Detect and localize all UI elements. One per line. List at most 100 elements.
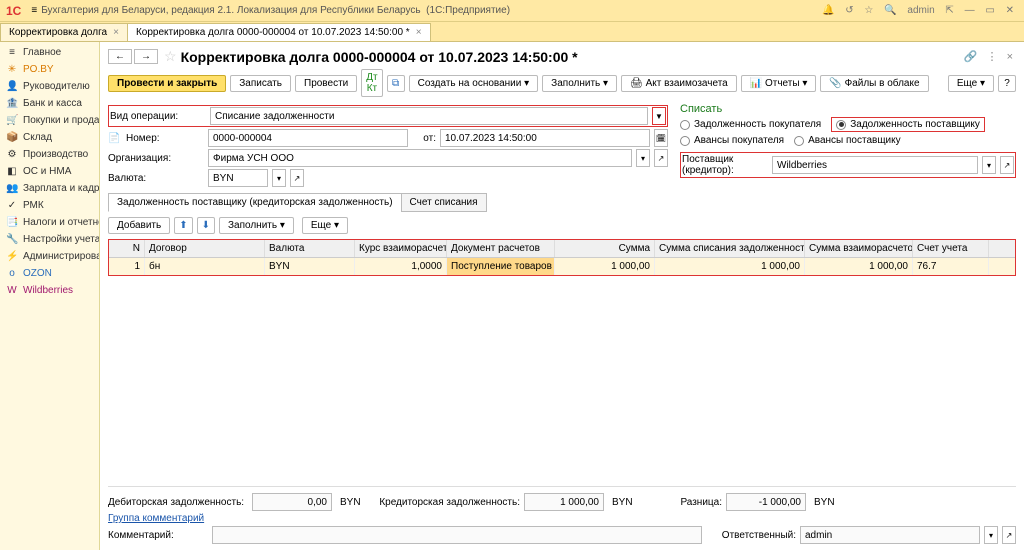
cloud-files-button[interactable]: 📎 Файлы в облаке bbox=[820, 75, 928, 92]
bank-icon: 🏦 bbox=[6, 98, 18, 109]
responsible-input[interactable]: admin bbox=[800, 526, 980, 544]
history-icon[interactable]: ↺ bbox=[845, 5, 853, 16]
chevron-down-icon[interactable]: ▾ bbox=[984, 526, 998, 544]
grid-more-button[interactable]: Еще ▾ bbox=[302, 217, 348, 234]
menu-icon[interactable]: ≡ bbox=[31, 5, 37, 16]
sidebar-item-assets[interactable]: ◧ОС и НМА bbox=[0, 163, 99, 180]
col-account[interactable]: Счет учета bbox=[913, 240, 989, 257]
close-icon[interactable]: ✕ bbox=[1006, 5, 1014, 16]
more-button[interactable]: Еще ▾ bbox=[948, 75, 994, 92]
close-icon[interactable]: × bbox=[1007, 51, 1013, 63]
col-n[interactable]: N bbox=[109, 240, 145, 257]
move-down-button[interactable]: ⬇ bbox=[197, 217, 215, 234]
move-up-button[interactable]: ⬆ bbox=[174, 217, 192, 234]
currency-input[interactable]: BYN bbox=[208, 169, 268, 187]
tab-writeoff-account[interactable]: Счет списания bbox=[401, 193, 487, 212]
tab-document[interactable]: Корректировка долга 0000-000004 от 10.07… bbox=[127, 23, 431, 41]
fill-button[interactable]: Заполнить ▾ bbox=[542, 75, 617, 92]
col-rate[interactable]: Курс взаиморасчетов bbox=[355, 240, 447, 257]
caps-icon[interactable]: ⇱ bbox=[945, 5, 953, 16]
radio-buyer-debt[interactable]: Задолженность покупателя bbox=[680, 117, 821, 132]
col-doc[interactable]: Документ расчетов bbox=[447, 240, 555, 257]
sidebar-item-main[interactable]: ≡Главное bbox=[0, 44, 99, 61]
chevron-down-icon[interactable]: ▾ bbox=[272, 169, 286, 187]
favorite-icon[interactable]: ☆ bbox=[164, 48, 177, 65]
offset-act-button[interactable]: 🖨 Акт взаимозачета bbox=[621, 75, 737, 92]
sidebar-item-bank[interactable]: 🏦Банк и касса bbox=[0, 95, 99, 112]
sidebar-item-settings[interactable]: 🔧Настройки учета bbox=[0, 231, 99, 248]
minimize-icon[interactable]: — bbox=[965, 5, 975, 16]
chevron-down-icon[interactable]: ▾ bbox=[982, 156, 996, 174]
cell-account[interactable]: 76.7 bbox=[913, 258, 989, 275]
structure-button[interactable]: ⧉ bbox=[387, 75, 405, 92]
nav-back-button[interactable]: ← bbox=[108, 49, 132, 64]
tab-list[interactable]: Корректировка долга× bbox=[0, 23, 128, 41]
debt-grid[interactable]: N Договор Валюта Курс взаиморасчетов Док… bbox=[108, 239, 1016, 276]
sidebar-item-prod[interactable]: ⚙Производство bbox=[0, 146, 99, 163]
cell-contract[interactable]: бн bbox=[145, 258, 265, 275]
search-icon[interactable]: 🔍 bbox=[884, 5, 896, 16]
sidebar-item-hr[interactable]: 👥Зарплата и кадры bbox=[0, 180, 99, 197]
calendar-icon[interactable]: 🗓 bbox=[654, 129, 668, 147]
nav-fwd-button[interactable]: → bbox=[134, 49, 158, 64]
close-icon[interactable]: × bbox=[113, 27, 119, 38]
fill-grid-button[interactable]: Заполнить ▾ bbox=[219, 217, 294, 234]
chevron-down-icon[interactable]: ▾ bbox=[636, 149, 650, 167]
cell-n[interactable]: 1 bbox=[109, 258, 145, 275]
open-icon[interactable]: ↗ bbox=[1002, 526, 1016, 544]
reports-button[interactable]: 📊 Отчеты ▾ bbox=[741, 75, 817, 92]
chevron-down-icon[interactable]: ▼ bbox=[652, 107, 666, 125]
assets-icon: ◧ bbox=[6, 166, 18, 177]
cell-vz[interactable]: 1 000,00 bbox=[805, 258, 913, 275]
radio-buyer-adv[interactable]: Авансы покупателя bbox=[680, 135, 784, 146]
create-based-button[interactable]: Создать на основании ▾ bbox=[409, 75, 539, 92]
open-icon[interactable]: ↗ bbox=[1000, 156, 1014, 174]
col-currency[interactable]: Валюта bbox=[265, 240, 355, 257]
org-input[interactable]: Фирма УСН ООО bbox=[208, 149, 632, 167]
write-button[interactable]: Записать bbox=[230, 75, 291, 92]
col-nu[interactable]: Сумма списания задолженности (НУ) bbox=[655, 240, 805, 257]
sidebar-item-ozon[interactable]: oOZON bbox=[0, 265, 99, 282]
sidebar-item-poby[interactable]: ✳PO.BY bbox=[0, 61, 99, 78]
optype-row: Вид операции: Списание задолженности ▼ bbox=[108, 105, 668, 127]
menu-icon[interactable]: ⋮ bbox=[987, 51, 998, 63]
user-label[interactable]: admin bbox=[907, 5, 934, 16]
number-input[interactable]: 0000-000004 bbox=[208, 129, 408, 147]
cell-sum[interactable]: 1 000,00 bbox=[555, 258, 655, 275]
col-sum[interactable]: Сумма bbox=[555, 240, 655, 257]
bell-icon[interactable]: 🔔 bbox=[822, 5, 834, 16]
open-icon[interactable]: ↗ bbox=[290, 169, 304, 187]
sidebar-item-sales[interactable]: 🛒Покупки и продажи bbox=[0, 112, 99, 129]
post-close-button[interactable]: Провести и закрыть bbox=[108, 75, 226, 92]
cell-rate[interactable]: 1,0000 bbox=[355, 258, 447, 275]
link-icon[interactable]: 🔗 bbox=[964, 51, 978, 63]
sidebar-item-admin[interactable]: ⚡Администрирование bbox=[0, 248, 99, 265]
post-button[interactable]: Провести bbox=[295, 75, 357, 92]
col-contract[interactable]: Договор bbox=[145, 240, 265, 257]
cell-nu[interactable]: 1 000,00 bbox=[655, 258, 805, 275]
sidebar-item-tax[interactable]: 📑Налоги и отчетность bbox=[0, 214, 99, 231]
sidebar-item-manager[interactable]: 👤Руководителю bbox=[0, 78, 99, 95]
col-vz[interactable]: Сумма взаиморасчетов bbox=[805, 240, 913, 257]
star-icon[interactable]: ☆ bbox=[864, 5, 873, 16]
radio-supplier-debt[interactable]: Задолженность поставщику bbox=[831, 117, 985, 132]
close-icon[interactable]: × bbox=[416, 27, 422, 38]
sidebar-item-wb[interactable]: WWildberries bbox=[0, 282, 99, 299]
sidebar-item-rmk[interactable]: ✓РМК bbox=[0, 197, 99, 214]
maximize-icon[interactable]: ▭ bbox=[985, 5, 994, 16]
add-button[interactable]: Добавить bbox=[108, 217, 170, 234]
cell-currency[interactable]: BYN bbox=[265, 258, 355, 275]
supplier-input[interactable]: Wildberries bbox=[772, 156, 978, 174]
comment-input[interactable] bbox=[212, 526, 702, 544]
dt-kt-button[interactable]: ДтКт bbox=[361, 69, 382, 97]
radio-supplier-adv[interactable]: Авансы поставщику bbox=[794, 135, 901, 146]
tab-supplier-debt[interactable]: Задолженность поставщику (кредиторская з… bbox=[108, 193, 402, 212]
cell-doc[interactable]: Поступление товаров и у... bbox=[447, 258, 555, 275]
date-input[interactable]: 10.07.2023 14:50:00 bbox=[440, 129, 650, 147]
optype-input[interactable]: Списание задолженности bbox=[210, 107, 648, 125]
open-icon[interactable]: ↗ bbox=[654, 149, 668, 167]
grid-row[interactable]: 1 бн BYN 1,0000 Поступление товаров и у.… bbox=[109, 258, 1015, 275]
sidebar-item-stock[interactable]: 📦Склад bbox=[0, 129, 99, 146]
help-button[interactable]: ? bbox=[998, 75, 1016, 92]
group-comment-link[interactable]: Группа комментарий bbox=[108, 513, 204, 524]
